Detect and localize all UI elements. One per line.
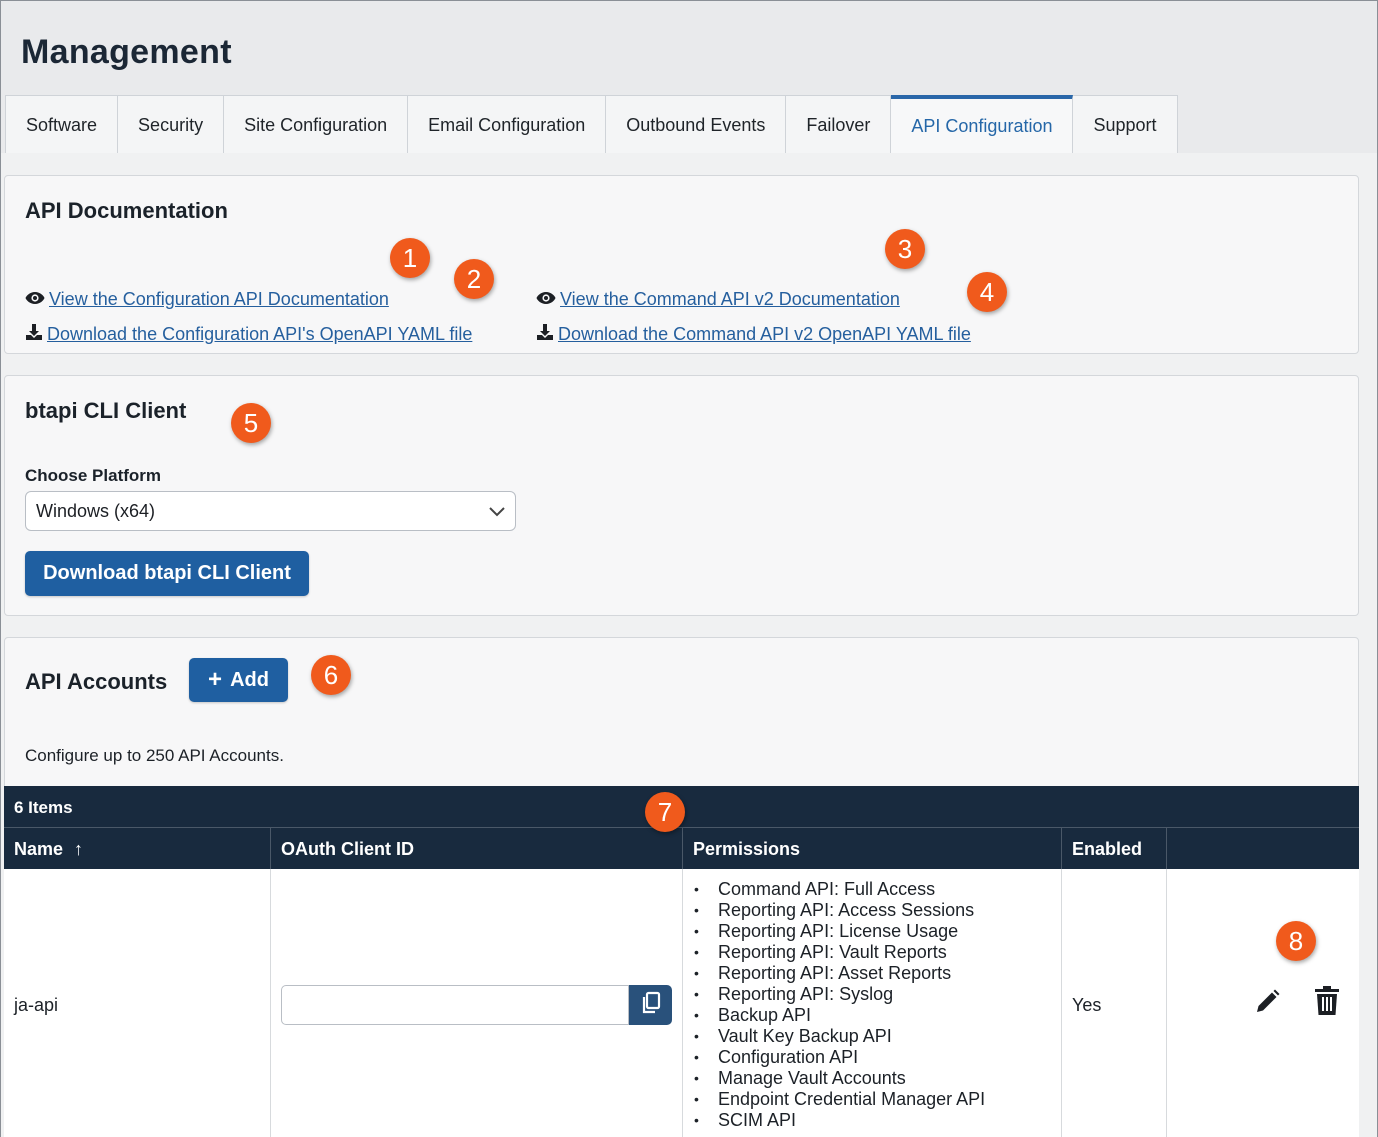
chevron-down-icon — [489, 501, 505, 522]
download-config-api-yaml-link[interactable]: Download the Configuration API's OpenAPI… — [25, 323, 472, 346]
add-account-button[interactable]: + Add — [189, 658, 288, 702]
list-item: Reporting API: Syslog — [694, 984, 985, 1005]
tab-bar: Software Security Site Configuration Ema… — [5, 95, 1178, 154]
callout-marker-4: 4 — [967, 272, 1007, 312]
permissions-list: Command API: Full Access Reporting API: … — [694, 879, 985, 1131]
trash-icon — [1314, 985, 1340, 1021]
list-item: Backup API — [694, 1005, 985, 1026]
list-item: Reporting API: Access Sessions — [694, 900, 985, 921]
tab-content: API Documentation View the Configuration… — [1, 153, 1377, 1137]
btapi-cli-card: btapi CLI Client Choose Platform Windows… — [4, 375, 1359, 616]
page-header: Management — [1, 1, 1377, 95]
list-item: Command API: Full Access — [694, 879, 985, 900]
api-accounts-title: API Accounts — [25, 669, 168, 694]
eye-icon — [25, 289, 49, 310]
column-header-name-label: Name — [14, 839, 64, 859]
list-item: SCIM API — [694, 1110, 985, 1131]
copy-icon — [640, 991, 662, 1020]
sort-ascending-icon: ↑ — [74, 839, 84, 859]
callout-marker-1: 1 — [390, 238, 430, 278]
column-header-name[interactable]: Name ↑ — [4, 827, 271, 869]
list-item: Reporting API: License Usage — [694, 921, 985, 942]
list-item: Vault Key Backup API — [694, 1026, 985, 1047]
btapi-cli-title: btapi CLI Client — [25, 398, 187, 423]
view-config-api-docs-text: View the Configuration API Documentation — [49, 289, 389, 309]
platform-select[interactable]: Windows (x64) — [25, 491, 516, 531]
column-header-permissions[interactable]: Permissions — [683, 827, 1062, 869]
callout-marker-8: 8 — [1276, 921, 1316, 961]
copy-client-id-button[interactable] — [629, 985, 672, 1025]
callout-marker-3: 3 — [885, 229, 925, 269]
tab-failover[interactable]: Failover — [786, 95, 892, 154]
list-item: Configuration API — [694, 1047, 985, 1068]
view-config-api-docs-link[interactable]: View the Configuration API Documentation — [25, 289, 389, 310]
callout-marker-7: 7 — [645, 792, 685, 832]
choose-platform-label: Choose Platform — [25, 466, 162, 485]
download-icon — [536, 323, 558, 346]
enabled-value: Yes — [1072, 995, 1102, 1015]
column-header-enabled[interactable]: Enabled — [1062, 827, 1167, 869]
api-documentation-card: API Documentation View the Configuration… — [4, 175, 1359, 354]
api-documentation-title: API Documentation — [25, 198, 228, 223]
eye-icon — [536, 289, 560, 310]
list-item: Reporting API: Asset Reports — [694, 963, 985, 984]
edit-account-button[interactable] — [1252, 989, 1282, 1019]
view-command-api-docs-text: View the Command API v2 Documentation — [560, 289, 900, 309]
list-item: Reporting API: Vault Reports — [694, 942, 985, 963]
tab-email-configuration[interactable]: Email Configuration — [408, 95, 607, 154]
platform-select-value: Windows (x64) — [36, 500, 156, 521]
callout-marker-2: 2 — [454, 259, 494, 299]
accounts-helper-text: Configure up to 250 API Accounts. — [25, 746, 284, 765]
list-item: Manage Vault Accounts — [694, 1068, 985, 1089]
download-config-api-yaml-text: Download the Configuration API's OpenAPI… — [47, 324, 473, 344]
download-command-api-yaml-text: Download the Command API v2 OpenAPI YAML… — [558, 324, 971, 344]
view-command-api-docs-link[interactable]: View the Command API v2 Documentation — [536, 289, 900, 310]
oauth-client-id-field[interactable] — [281, 985, 629, 1025]
plus-icon: + — [208, 666, 223, 693]
download-cli-button[interactable]: Download btapi CLI Client — [25, 551, 309, 596]
tab-support[interactable]: Support — [1073, 95, 1178, 154]
account-name: ja-api — [14, 995, 59, 1015]
column-header-actions — [1167, 827, 1359, 869]
callout-marker-5: 5 — [231, 403, 271, 443]
download-icon — [25, 323, 47, 346]
tab-api-configuration[interactable]: API Configuration — [891, 95, 1074, 154]
add-account-label: Add — [230, 668, 269, 691]
column-header-oauth[interactable]: OAuth Client ID — [271, 827, 683, 869]
tab-software[interactable]: Software — [5, 95, 119, 154]
callout-marker-6: 6 — [311, 655, 351, 695]
tab-outbound-events[interactable]: Outbound Events — [606, 95, 787, 154]
tab-security[interactable]: Security — [118, 95, 225, 154]
download-command-api-yaml-link[interactable]: Download the Command API v2 OpenAPI YAML… — [536, 323, 971, 346]
tab-site-configuration[interactable]: Site Configuration — [224, 95, 409, 154]
delete-account-button[interactable] — [1312, 985, 1342, 1021]
page-title: Management — [21, 33, 232, 71]
list-item: Endpoint Credential Manager API — [694, 1089, 985, 1110]
pencil-icon — [1253, 988, 1281, 1021]
